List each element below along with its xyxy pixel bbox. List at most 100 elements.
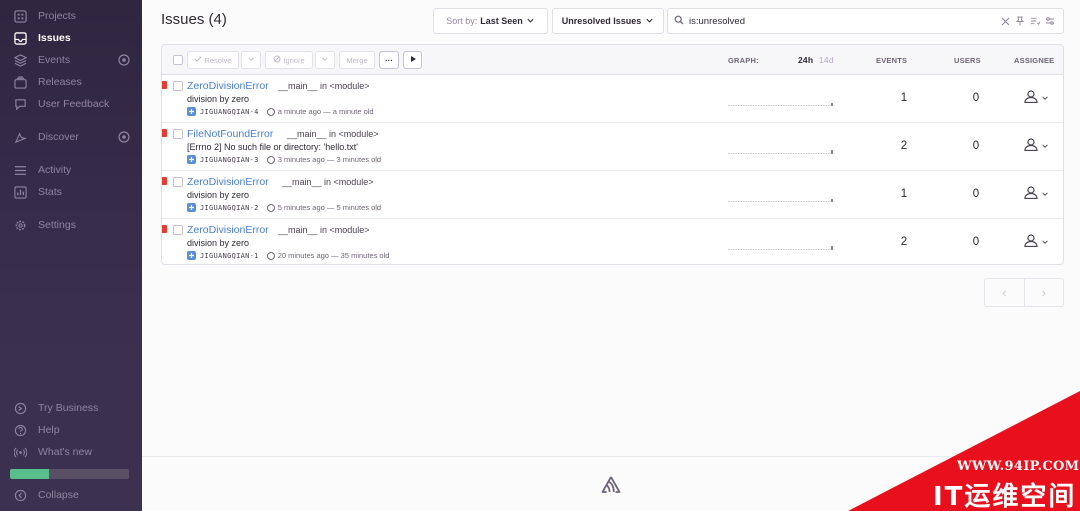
issue-message: division by zero — [187, 190, 250, 200]
issue-meta: JIGUANGQIAN-2 5 minutes ago — 5 minutes … — [187, 203, 381, 212]
resolve-options-button[interactable] — [241, 51, 261, 69]
issue-short-id[interactable]: JIGUANGQIAN-1 — [200, 252, 259, 260]
issue-row[interactable]: ZeroDivisionError __main__ in <module> d… — [162, 171, 1063, 219]
chevron-down-icon — [247, 55, 255, 65]
assignee-column-header: ASSIGNEE — [1014, 56, 1055, 65]
sidebar-item-try-business[interactable]: Try Business — [0, 398, 142, 418]
sidebar-item-activity[interactable]: Activity — [0, 160, 142, 180]
ellipsis-icon: ··· — [385, 55, 393, 65]
play-icon — [409, 55, 417, 65]
sidebar-item-issues[interactable]: Issues — [0, 28, 142, 48]
sidebar-item-label: User Feedback — [38, 98, 110, 110]
chevron-down-icon — [1041, 235, 1049, 249]
previous-page-button[interactable]: ‹ — [985, 279, 1025, 306]
releases-icon — [13, 75, 27, 89]
sort-dropdown[interactable]: Sort by: Last Seen — [433, 8, 548, 34]
saved-searches-icon[interactable] — [1030, 15, 1040, 27]
issue-short-id[interactable]: JIGUANGQIAN-2 — [200, 204, 259, 212]
sidebar-item-discover[interactable]: Discover — [0, 127, 142, 147]
sidebar-item-collapse[interactable]: Collapse — [0, 485, 142, 505]
users-count: 0 — [972, 236, 980, 248]
chevron-down-icon — [1041, 187, 1049, 201]
period-24h-toggle[interactable]: 24h — [798, 55, 813, 65]
events-count: 1 — [900, 92, 908, 104]
watermark-name: IT运维空间 — [933, 482, 1077, 511]
sidebar-item-user-feedback[interactable]: User Feedback — [0, 94, 142, 114]
issue-row[interactable]: ZeroDivisionError __main__ in <module> d… — [162, 219, 1063, 264]
issue-row[interactable]: FileNotFoundError __main__ in <module> [… — [162, 123, 1063, 171]
projects-icon — [13, 9, 27, 23]
period-14d-toggle[interactable]: 14d — [819, 55, 834, 65]
activity-icon — [13, 163, 27, 177]
trial-progress-fill — [10, 469, 50, 479]
python-project-icon — [187, 155, 196, 164]
ignore-button[interactable]: Ignore — [265, 51, 313, 69]
clock-icon — [266, 107, 275, 116]
users-column-header: USERS — [954, 56, 981, 65]
assignee-selector[interactable] — [1024, 90, 1049, 106]
event-sparkline — [728, 199, 833, 202]
issue-checkbox[interactable] — [173, 177, 183, 187]
assignee-selector[interactable] — [1024, 186, 1049, 202]
saved-search-dropdown[interactable]: Unresolved Issues — [552, 8, 664, 34]
issue-checkbox[interactable] — [173, 225, 183, 235]
issue-checkbox[interactable] — [173, 129, 183, 139]
python-project-icon — [187, 203, 196, 212]
issues-panel: Resolve Ignore Merge ··· GRAPH: 24h 14d … — [161, 44, 1064, 265]
issue-checkbox[interactable] — [173, 81, 183, 91]
sidebar-item-label: Activity — [38, 164, 72, 176]
sidebar-item-stats[interactable]: Stats — [0, 182, 142, 202]
sidebar-item-releases[interactable]: Releases — [0, 72, 142, 92]
search-tools — [1000, 15, 1055, 27]
event-sparkline — [728, 150, 833, 154]
more-actions-button[interactable]: ··· — [379, 51, 399, 69]
sliders-icon[interactable] — [1045, 15, 1055, 27]
user-icon — [1024, 186, 1038, 202]
resolve-label: Resolve — [204, 55, 232, 65]
sidebar-item-label: What's new — [38, 446, 92, 458]
issue-title-link[interactable]: FileNotFoundError — [187, 128, 273, 140]
sidebar-item-projects[interactable]: Projects — [0, 6, 142, 26]
user-icon — [1024, 138, 1038, 154]
issues-toolbar: Resolve Ignore Merge ··· GRAPH: 24h 14d … — [162, 45, 1063, 75]
issue-time: 3 minutes ago — 3 minutes old — [277, 155, 382, 164]
issue-short-id[interactable]: JIGUANGQIAN-4 — [200, 108, 259, 116]
gear-icon — [13, 218, 27, 232]
sidebar-item-events[interactable]: Events — [0, 50, 142, 70]
issue-location: __main__ in <module> — [278, 225, 370, 235]
merge-label: Merge — [346, 55, 368, 65]
issue-title-link[interactable]: ZeroDivisionError — [187, 176, 269, 188]
event-sparkline — [728, 246, 833, 250]
pin-icon[interactable] — [1015, 15, 1025, 27]
clear-icon[interactable] — [1000, 15, 1010, 27]
play-realtime-button[interactable] — [403, 51, 422, 69]
ignore-label: Ignore — [283, 55, 305, 65]
select-all-checkbox[interactable] — [173, 55, 183, 65]
sidebar-item-label: Issues — [38, 32, 71, 44]
resolve-button[interactable]: Resolve — [187, 51, 239, 69]
assignee-selector[interactable] — [1024, 234, 1049, 250]
next-page-button[interactable]: › — [1025, 279, 1064, 306]
sidebar-item-settings[interactable]: Settings — [0, 215, 142, 235]
sidebar-item-whats-new[interactable]: What's new — [0, 442, 142, 462]
issue-row[interactable]: ZeroDivisionError __main__ in <module> d… — [162, 75, 1063, 123]
issue-title-link[interactable]: ZeroDivisionError — [187, 224, 269, 236]
users-count: 0 — [972, 92, 980, 104]
sidebar-item-help[interactable]: Help — [0, 420, 142, 440]
sort-value: Last Seen — [480, 16, 523, 26]
issue-time: a minute ago — a minute old — [277, 107, 374, 116]
issue-meta: JIGUANGQIAN-1 20 minutes ago — 35 minute… — [187, 251, 389, 260]
user-feedback-icon — [13, 97, 27, 111]
check-icon — [194, 55, 202, 65]
ignore-options-button[interactable] — [315, 51, 335, 69]
pagination: ‹ › — [984, 278, 1064, 307]
issue-title-link[interactable]: ZeroDivisionError — [187, 80, 269, 92]
assignee-selector[interactable] — [1024, 138, 1049, 154]
events-count: 2 — [900, 140, 908, 152]
merge-button[interactable]: Merge — [339, 51, 375, 69]
issues-icon — [13, 31, 27, 45]
search-input[interactable] — [689, 15, 989, 27]
events-count: 2 — [900, 236, 908, 248]
issue-short-id[interactable]: JIGUANGQIAN-3 — [200, 156, 259, 164]
sidebar-item-label: Collapse — [38, 489, 79, 501]
